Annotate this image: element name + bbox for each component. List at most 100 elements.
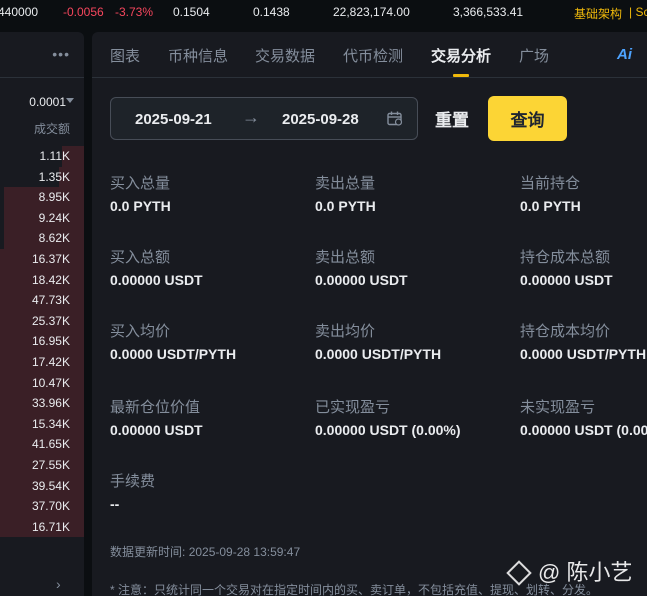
ticker-high: 0.1504: [173, 5, 210, 19]
ticker-tag[interactable]: 基础架构: [574, 5, 622, 22]
order-book-volume: 16.95K: [31, 334, 70, 349]
divider: [0, 77, 84, 78]
order-book-volume: 39.54K: [31, 478, 70, 493]
tab-coin-info[interactable]: 币种信息: [168, 45, 228, 66]
stat-value: 0.0 PYTH: [110, 198, 171, 214]
stat-value: 0.00000 USDT (0.00%): [315, 422, 461, 438]
watermark-text: @ 陈小艺: [538, 560, 633, 585]
stat-value: --: [110, 496, 120, 512]
order-book-volume: 47.73K: [31, 293, 70, 308]
tab-token-check[interactable]: 代币检测: [343, 45, 403, 66]
more-options-icon[interactable]: •••: [52, 46, 70, 62]
tab-chart[interactable]: 图表: [110, 45, 140, 66]
calendar-icon[interactable]: [387, 111, 403, 126]
order-book-row[interactable]: 33.96K: [0, 393, 84, 414]
stat-label: 持仓成本总额: [520, 249, 611, 266]
stat-label: 卖出均价: [315, 323, 376, 340]
order-book-panel: ••• 0.0001 成交额 1.11K 1.35K 8.95K 9.24K 8.62K…: [0, 32, 84, 596]
order-book-volume: 1.35K: [38, 169, 70, 184]
order-book-volume: 25.37K: [31, 313, 70, 328]
order-book-row[interactable]: 15.34K: [0, 413, 84, 435]
trade-analysis-panel: 图表 币种信息 交易数据 代币检测 交易分析 广场 Ai 2025-09-21 …: [92, 32, 647, 596]
tab-bar: 图表 币种信息 交易数据 代币检测 交易分析 广场 Ai: [92, 32, 647, 78]
order-book-row[interactable]: 9.24K: [0, 207, 84, 229]
volume-column-header: 成交额: [33, 122, 70, 136]
stat-value: 0.0 PYTH: [315, 198, 376, 214]
active-tab-indicator: [453, 74, 469, 77]
order-book-volume: 8.95K: [38, 190, 70, 205]
date-range-picker[interactable]: 2025-09-21 → 2025-09-28: [110, 97, 418, 140]
ai-icon[interactable]: Ai: [617, 46, 632, 63]
stat-value: 0.0000 USDT/PYTH: [520, 346, 647, 362]
watermark: @ 陈小艺: [506, 555, 633, 587]
stat-label: 持仓成本均价: [520, 323, 611, 340]
order-book-row[interactable]: 25.37K: [0, 310, 84, 332]
ticker-volume-quote: 3,366,533.41: [453, 5, 524, 19]
order-book-row[interactable]: 41.65K: [0, 434, 84, 455]
order-book-volume: 33.96K: [31, 396, 70, 411]
order-book-row[interactable]: 8.62K: [0, 228, 84, 249]
order-book-row[interactable]: 18.42K: [0, 269, 84, 291]
stat-value: 0.00000 USDT (0.00%): [520, 422, 647, 438]
stat-label: 买入总量: [110, 175, 171, 192]
stat-value: 0.0 PYTH: [520, 198, 581, 214]
order-book-row[interactable]: 39.54K: [0, 475, 84, 497]
stat-label: 未实现盈亏: [520, 399, 596, 416]
order-book-row[interactable]: 47.73K: [0, 290, 84, 311]
ticker-bar: 440000 -0.0056 -3.73% 0.1504 0.1438 22,8…: [0, 0, 647, 24]
order-book-row[interactable]: 16.71K: [0, 516, 84, 538]
tab-trade-data[interactable]: 交易数据: [255, 45, 315, 66]
stat-value: 0.0000 USDT/PYTH: [315, 346, 442, 362]
stat-label: 卖出总量: [315, 175, 376, 192]
order-book-row[interactable]: 1.11K: [0, 146, 84, 167]
query-button[interactable]: 查询: [488, 96, 567, 141]
stat-value: 0.00000 USDT: [520, 272, 613, 288]
chevron-down-icon[interactable]: [66, 98, 74, 103]
stat-value: 0.00000 USDT: [110, 272, 203, 288]
order-book-volume: 1.11K: [39, 149, 70, 163]
order-book-row[interactable]: 17.42K: [0, 351, 84, 373]
arrow-right-icon: →: [242, 107, 260, 127]
app-root: 440000 -0.0056 -3.73% 0.1504 0.1438 22,8…: [0, 0, 647, 596]
binance-logo-icon: [506, 560, 532, 586]
order-book-row[interactable]: 27.55K: [0, 454, 84, 476]
order-book-rows: 1.11K 1.35K 8.95K 9.24K 8.62K 16.37K 18.42K 47.…: [0, 146, 84, 538]
order-book-row[interactable]: 8.95K: [0, 187, 84, 208]
order-book-volume: 16.71K: [31, 519, 70, 534]
precision-select[interactable]: 0.0001: [29, 95, 66, 109]
order-book-volume: 8.62K: [38, 231, 70, 246]
stat-label: 当前持仓: [520, 175, 581, 192]
reset-button[interactable]: 重置: [435, 106, 469, 131]
stat-label: 卖出总额: [315, 249, 376, 266]
order-book-row[interactable]: 37.70K: [0, 496, 84, 517]
tab-square[interactable]: 广场: [519, 45, 549, 66]
stat-label: 手续费: [110, 473, 156, 490]
tab-trade-analysis[interactable]: 交易分析: [431, 45, 491, 66]
order-book-volume: 17.42K: [31, 354, 70, 369]
data-updated-time: 数据更新时间: 2025-09-28 13:59:47: [110, 543, 300, 560]
start-date[interactable]: 2025-09-21: [135, 111, 212, 128]
order-book-row[interactable]: 10.47K: [0, 372, 84, 394]
ticker-price: 440000: [0, 5, 39, 19]
stat-label: 最新仓位价值: [110, 399, 201, 416]
order-book-volume: 41.65K: [31, 437, 70, 452]
updated-timestamp: 2025-09-28 13:59:47: [188, 545, 301, 559]
order-book-volume: 10.47K: [31, 375, 70, 390]
stat-label: 已实现盈亏: [315, 399, 391, 416]
order-book-volume: 16.37K: [31, 251, 70, 266]
ticker-change: -0.0056: [63, 5, 104, 19]
order-book-volume: 15.34K: [31, 416, 70, 431]
chevron-right-icon[interactable]: ›: [56, 576, 61, 592]
order-book-row[interactable]: 16.37K: [0, 248, 84, 270]
updated-label: 数据更新时间:: [110, 545, 186, 559]
end-date[interactable]: 2025-09-28: [282, 111, 359, 128]
order-book-row[interactable]: 16.95K: [0, 331, 84, 352]
stat-label: 买入均价: [110, 323, 171, 340]
stat-value: 0.00000 USDT: [315, 272, 408, 288]
order-book-volume: 18.42K: [31, 272, 70, 287]
ticker-change-pct: -3.73%: [115, 5, 154, 19]
order-book-row[interactable]: 1.35K: [0, 166, 84, 188]
order-book-volume: 27.55K: [31, 457, 70, 472]
stat-value: 0.0000 USDT/PYTH: [110, 346, 237, 362]
ticker-low: 0.1438: [253, 5, 290, 19]
